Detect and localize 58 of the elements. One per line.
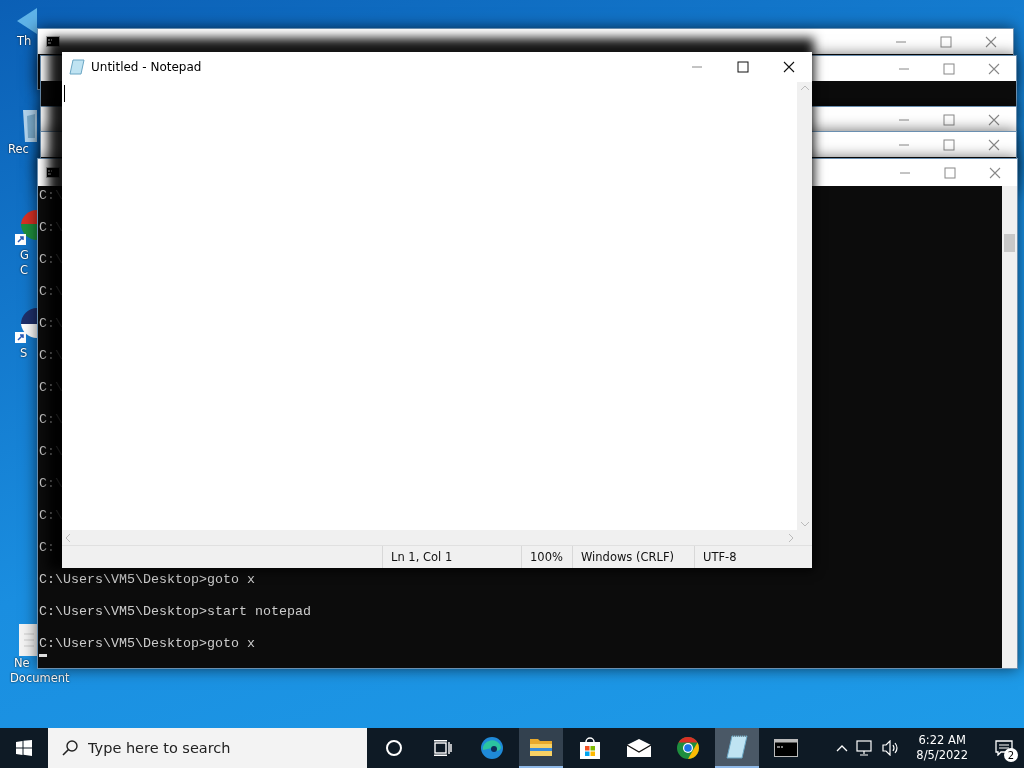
clock-time[interactable]: 6:22 AM bbox=[916, 733, 968, 748]
circle-icon bbox=[385, 739, 403, 757]
store-icon bbox=[579, 736, 601, 760]
console-line: C:\ bbox=[39, 252, 63, 268]
folder-icon bbox=[529, 737, 553, 757]
window-title: Untitled - Notepad bbox=[91, 60, 202, 74]
maximize-button[interactable] bbox=[737, 61, 749, 73]
desktop-icon-label[interactable]: Ne bbox=[0, 656, 30, 671]
console-icon bbox=[46, 167, 60, 178]
desktop-icon-label[interactable]: G bbox=[0, 248, 29, 263]
notification-count: 2 bbox=[1004, 748, 1018, 762]
desktop-icon-label[interactable]: Th bbox=[0, 34, 32, 49]
status-text: UTF-8 bbox=[694, 546, 801, 568]
console-icon bbox=[46, 36, 60, 47]
console-line: C:\ bbox=[39, 284, 63, 300]
console-line: C:\ bbox=[39, 412, 63, 428]
search-field[interactable]: Type here to search bbox=[48, 728, 367, 768]
mail-icon bbox=[627, 739, 651, 757]
chevron-up-icon[interactable] bbox=[836, 744, 849, 752]
task-view-icon bbox=[434, 740, 452, 756]
console-line: C:\Users\VM5\Desktop>goto x bbox=[39, 572, 255, 588]
status-text: Ln 1, Col 1 bbox=[382, 546, 521, 568]
desktop-icon-label[interactable]: Document bbox=[0, 671, 70, 686]
recycle-bin-icon bbox=[21, 108, 37, 142]
console-line: C:\ bbox=[39, 476, 63, 492]
close-button[interactable] bbox=[783, 61, 795, 73]
document-icon bbox=[19, 624, 37, 656]
notifications-button[interactable]: 2 bbox=[984, 728, 1024, 768]
console-line: C:\ bbox=[39, 188, 63, 204]
desktop-icon-label[interactable]: Rec bbox=[0, 142, 29, 157]
notepad-icon bbox=[726, 735, 748, 759]
console-line: C:\Users\VM5\Desktop>goto x bbox=[39, 636, 255, 652]
status-text: Windows (CRLF) bbox=[572, 546, 694, 568]
notepad-icon bbox=[69, 59, 85, 75]
console-line: C:\ bbox=[39, 380, 63, 396]
console-line: C:\ bbox=[39, 316, 63, 332]
console-line: C:\ bbox=[39, 220, 63, 236]
taskbar-button[interactable] bbox=[519, 728, 563, 768]
chrome-shortcut-icon bbox=[15, 208, 37, 248]
console-line: C:\Users\VM5\Desktop>start notepad bbox=[39, 604, 311, 620]
status-text: 100% bbox=[521, 546, 572, 568]
clock-date[interactable]: 8/5/2022 bbox=[916, 748, 968, 763]
console-line: C: bbox=[39, 540, 55, 556]
console-line: C:\ bbox=[39, 508, 63, 524]
text-cursor bbox=[39, 654, 47, 657]
search-icon bbox=[62, 740, 78, 756]
desktop-icon-label[interactable]: S bbox=[0, 346, 28, 361]
windows-logo-icon bbox=[16, 740, 32, 756]
console-icon bbox=[774, 739, 798, 757]
desktop-icon-label[interactable]: C bbox=[0, 263, 29, 278]
edge-icon bbox=[480, 736, 504, 760]
chrome-icon bbox=[676, 736, 700, 760]
network-icon[interactable] bbox=[856, 740, 875, 756]
app-shortcut-icon bbox=[15, 306, 37, 346]
volume-icon[interactable] bbox=[882, 740, 901, 756]
scrollbar[interactable] bbox=[1002, 186, 1017, 668]
console-line: C:\ bbox=[39, 348, 63, 364]
console-line: C:\ bbox=[39, 444, 63, 460]
